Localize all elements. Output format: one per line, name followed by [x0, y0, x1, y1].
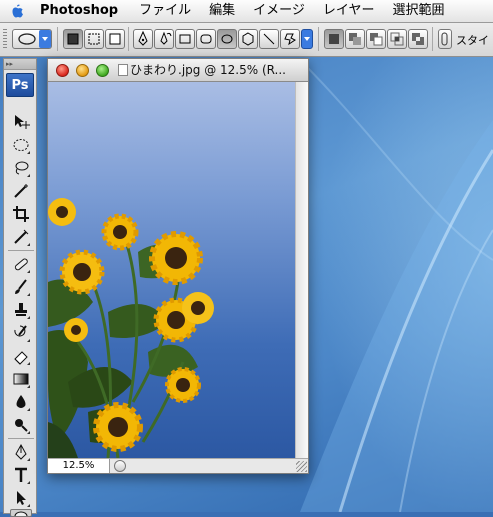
intersect-shape-areas-icon[interactable]	[387, 29, 407, 49]
menu-app-photoshop[interactable]: Photoshop	[34, 0, 130, 22]
shape-dropdown-arrow-icon[interactable]	[301, 29, 313, 49]
ellipse-tool-icon[interactable]	[10, 509, 32, 517]
style-label: スタイ	[456, 34, 489, 47]
tools-palette-titlebar[interactable]: ▸▸	[4, 59, 36, 70]
vertical-scrollbar[interactable]	[295, 82, 308, 458]
subtract-from-shape-area-icon[interactable]	[366, 29, 386, 49]
dodge-tool-icon[interactable]	[10, 414, 32, 436]
move-tool-icon[interactable]	[10, 111, 32, 133]
eraser-tool-icon[interactable]	[10, 345, 32, 367]
apple-menu-icon[interactable]	[0, 0, 34, 22]
tool-options-bar: スタイ	[0, 23, 493, 57]
options-separator	[128, 27, 129, 51]
paths-button[interactable]	[84, 29, 104, 49]
image-canvas[interactable]	[48, 82, 295, 458]
tools-palette: ▸▸ Ps	[3, 58, 37, 517]
gradient-tool-icon[interactable]	[10, 368, 32, 390]
zoom-level-field[interactable]: 12.5%	[48, 459, 110, 473]
lasso-tool-icon[interactable]	[10, 157, 32, 179]
tool-group-divider	[8, 250, 34, 251]
pen-tool-option-icon[interactable]	[133, 29, 153, 49]
menu-image[interactable]: イメージ	[244, 0, 314, 22]
menu-edit[interactable]: 編集	[200, 0, 244, 22]
status-info-menu-icon[interactable]	[114, 460, 126, 472]
freeform-pen-option-icon[interactable]	[154, 29, 174, 49]
brush-tool-icon[interactable]	[10, 276, 32, 298]
create-new-shape-layer-icon[interactable]	[324, 29, 344, 49]
history-brush-tool-icon[interactable]	[10, 322, 32, 344]
type-tool-icon[interactable]	[10, 464, 32, 486]
custom-shape-option-icon[interactable]	[280, 29, 300, 49]
elliptical-marquee-tool-icon[interactable]	[10, 134, 32, 156]
line-shape-option-icon[interactable]	[259, 29, 279, 49]
menu-file[interactable]: ファイル	[130, 0, 200, 22]
minimize-window-button[interactable]	[76, 64, 89, 77]
tool-group-divider	[8, 438, 34, 439]
window-resize-grip[interactable]	[296, 461, 307, 472]
shape-layers-button[interactable]	[63, 29, 83, 49]
document-titlebar[interactable]: ひまわり.jpg @ 12.5% (R...	[48, 59, 308, 82]
document-proxy-icon[interactable]	[118, 64, 128, 76]
blur-tool-icon[interactable]	[10, 391, 32, 413]
options-bar-grip[interactable]	[3, 29, 7, 49]
crop-tool-icon[interactable]	[10, 203, 32, 225]
menu-select[interactable]: 選択範囲	[384, 0, 454, 22]
sunflower-photo	[48, 198, 214, 458]
options-separator	[432, 27, 433, 51]
document-status-bar: 12.5%	[48, 458, 308, 473]
polygon-shape-option-icon[interactable]	[238, 29, 258, 49]
document-title: ひまわり.jpg @ 12.5% (R...	[130, 63, 286, 77]
clone-stamp-tool-icon[interactable]	[10, 299, 32, 321]
healing-brush-tool-icon[interactable]	[10, 253, 32, 275]
options-separator	[318, 27, 319, 51]
tool-preset-picker[interactable]	[12, 29, 52, 49]
menu-layer[interactable]: レイヤー	[314, 0, 384, 22]
rounded-rectangle-option-icon[interactable]	[196, 29, 216, 49]
zoom-window-button[interactable]	[96, 64, 109, 77]
rectangle-shape-option-icon[interactable]	[175, 29, 195, 49]
pen-tool-icon[interactable]	[10, 441, 32, 463]
magic-wand-tool-icon[interactable]	[10, 180, 32, 202]
options-separator	[57, 27, 58, 51]
add-to-shape-area-icon[interactable]	[345, 29, 365, 49]
exclude-overlapping-shape-areas-icon[interactable]	[408, 29, 428, 49]
close-window-button[interactable]	[56, 64, 69, 77]
ellipse-shape-option-icon[interactable]	[217, 29, 237, 49]
link-style-icon[interactable]	[438, 29, 452, 49]
path-selection-tool-icon[interactable]	[10, 487, 32, 509]
photoshop-logo[interactable]: Ps	[6, 73, 34, 97]
fill-pixels-button[interactable]	[105, 29, 125, 49]
document-window: ひまわり.jpg @ 12.5% (R... 12.5%	[47, 58, 309, 474]
menu-bar: Photoshop ファイル 編集 イメージ レイヤー 選択範囲	[0, 0, 493, 23]
slice-tool-icon[interactable]	[10, 226, 32, 248]
